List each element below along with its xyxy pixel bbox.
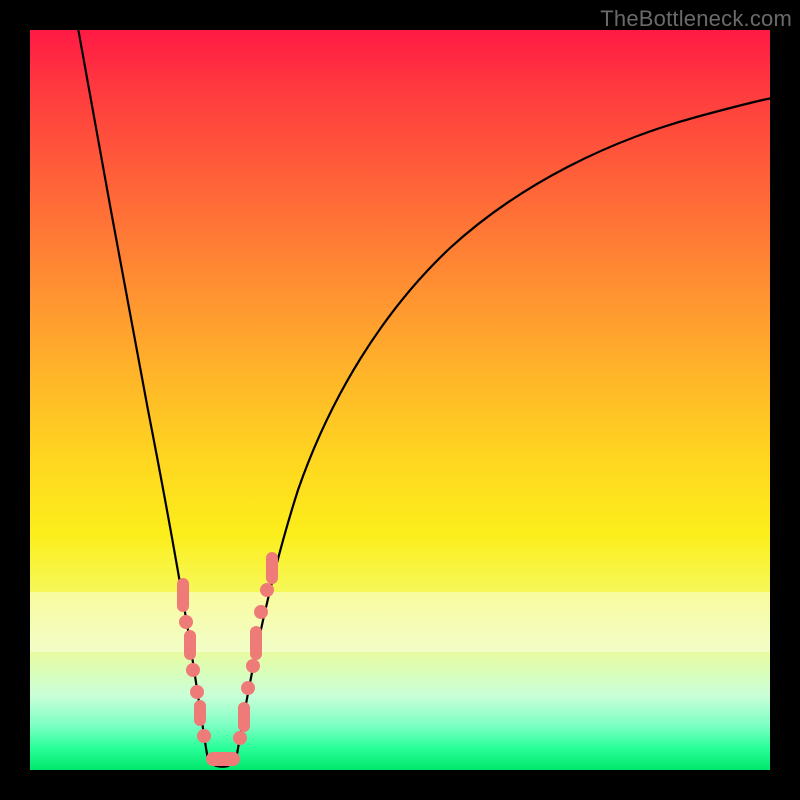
- marker-dot: [250, 626, 262, 660]
- curve-right-arm: [236, 98, 772, 760]
- marker-dot: [179, 615, 193, 629]
- watermark-text: TheBottleneck.com: [600, 6, 792, 32]
- marker-dot: [197, 729, 211, 743]
- marker-dot: [177, 578, 189, 612]
- marker-dot: [186, 663, 200, 677]
- marker-dot: [238, 702, 250, 732]
- marker-cluster: [177, 552, 278, 766]
- marker-dot: [241, 681, 255, 695]
- bottleneck-chart: [30, 30, 770, 770]
- marker-dot: [184, 630, 196, 660]
- marker-dot: [194, 700, 206, 726]
- marker-dot: [233, 731, 247, 745]
- marker-dot: [260, 583, 274, 597]
- chart-frame: [30, 30, 770, 770]
- marker-dot: [190, 685, 204, 699]
- marker-dot: [206, 752, 240, 766]
- marker-dot: [254, 605, 268, 619]
- marker-dot: [246, 659, 260, 673]
- marker-dot: [266, 552, 278, 584]
